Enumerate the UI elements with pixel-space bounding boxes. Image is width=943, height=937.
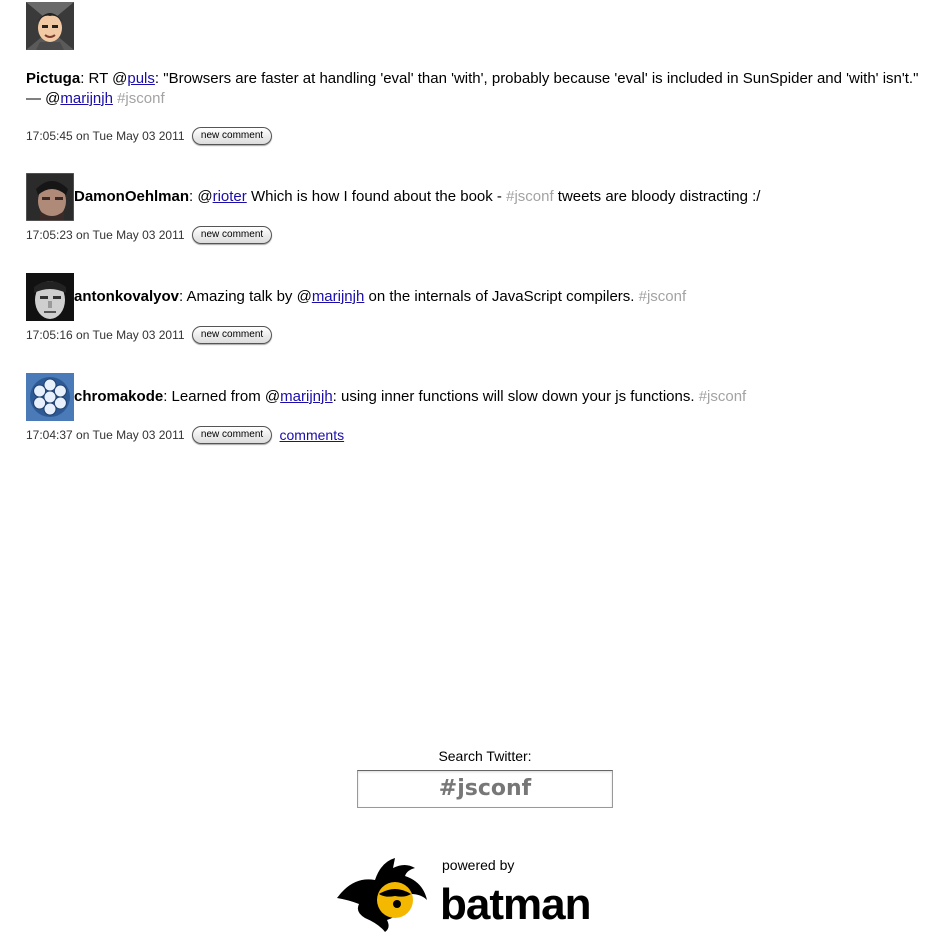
tweet-item: antonkovalyov: Amazing talk by @marijnjh… (26, 273, 925, 344)
tweet-content: : Learned from @marijnjh: using inner fu… (163, 388, 746, 405)
tweet-item: Pictuga: RT @puls: "Browsers are faster … (26, 2, 925, 145)
avatar[interactable] (26, 373, 74, 421)
batman-logo-icon[interactable] (335, 854, 439, 937)
avatar[interactable] (26, 2, 74, 50)
page: Pictuga: RT @puls: "Browsers are faster … (0, 0, 943, 937)
hashtag[interactable]: #jsconf (506, 188, 554, 205)
tweet-meta: 17:05:45 on Tue May 03 2011 new comment (26, 125, 925, 145)
tweet-text: chromakode: Learned from @marijnjh: usin… (74, 373, 746, 407)
tweet-item: chromakode: Learned from @marijnjh: usin… (26, 373, 925, 444)
brand-name[interactable]: batman (440, 880, 591, 930)
tweet-text-segment: : Learned from @ (163, 388, 281, 405)
comments-link[interactable]: comments (280, 427, 345, 443)
tweet-text-segment: Which is how I found about the book - (246, 188, 507, 205)
tweet-text-segment: tweets are bloody distracting :/ (553, 188, 761, 205)
new-comment-button[interactable]: new comment (191, 325, 273, 344)
hashtag[interactable]: #jsconf (639, 288, 687, 305)
search-section: Search Twitter: (357, 747, 613, 808)
search-input[interactable] (357, 770, 613, 808)
search-label: Search Twitter: (438, 748, 532, 764)
tweet-text-segment: : @ (189, 188, 213, 205)
tweet-username[interactable]: chromakode (74, 388, 163, 405)
tweet-text: DamonOehlman: @rioter Which is how I fou… (74, 173, 760, 207)
tweet-meta: 17:05:23 on Tue May 03 2011 new comment (26, 224, 925, 244)
tweet-text-segment: : RT @ (80, 70, 128, 87)
tweet-timestamp: 17:05:23 on Tue May 03 2011 (26, 227, 185, 242)
new-comment-button[interactable]: new comment (191, 225, 273, 244)
tweet-timestamp: 17:05:16 on Tue May 03 2011 (26, 327, 185, 342)
new-comment-button[interactable]: new comment (191, 126, 273, 145)
tweet-item: DamonOehlman: @rioter Which is how I fou… (26, 173, 925, 244)
tweet-username[interactable]: antonkovalyov (74, 288, 179, 305)
tweet-username[interactable]: DamonOehlman (74, 188, 189, 205)
new-comment-button[interactable]: new comment (191, 425, 273, 444)
tweet-text: antonkovalyov: Amazing talk by @marijnjh… (74, 273, 686, 307)
tweet-username[interactable]: Pictuga (26, 70, 80, 87)
avatar[interactable] (26, 173, 74, 221)
avatar[interactable] (26, 273, 74, 321)
tweet-text-segment: on the internals of JavaScript compilers… (364, 288, 639, 305)
tweet-text: Pictuga: RT @puls: "Browsers are faster … (26, 69, 925, 109)
mention-link[interactable]: marijnjh (60, 90, 113, 107)
tweet-meta: 17:04:37 on Tue May 03 2011 new comment … (26, 424, 925, 444)
tweet-content: : Amazing talk by @marijnjh on the inter… (179, 288, 686, 305)
tweet-text-segment: : Amazing talk by @ (179, 288, 312, 305)
tweet-meta: 17:05:16 on Tue May 03 2011 new comment (26, 324, 925, 344)
mention-link[interactable]: puls (127, 70, 155, 87)
mention-link[interactable]: marijnjh (280, 388, 333, 405)
tweet-content: : @rioter Which is how I found about the… (189, 188, 760, 205)
tweet-timestamp: 17:05:45 on Tue May 03 2011 (26, 128, 185, 143)
powered-by-label: powered by (442, 857, 515, 873)
mention-link[interactable]: rioter (213, 188, 247, 205)
hashtag[interactable]: #jsconf (699, 388, 747, 405)
hashtag[interactable]: #jsconf (117, 90, 165, 107)
mention-link[interactable]: marijnjh (312, 288, 365, 305)
tweet-text-segment: : using inner functions will slow down y… (332, 388, 699, 405)
powered-by-section: powered by batman (335, 852, 595, 934)
tweet-content: : RT @puls: "Browsers are faster at hand… (26, 70, 918, 107)
tweet-timestamp: 17:04:37 on Tue May 03 2011 (26, 427, 185, 442)
